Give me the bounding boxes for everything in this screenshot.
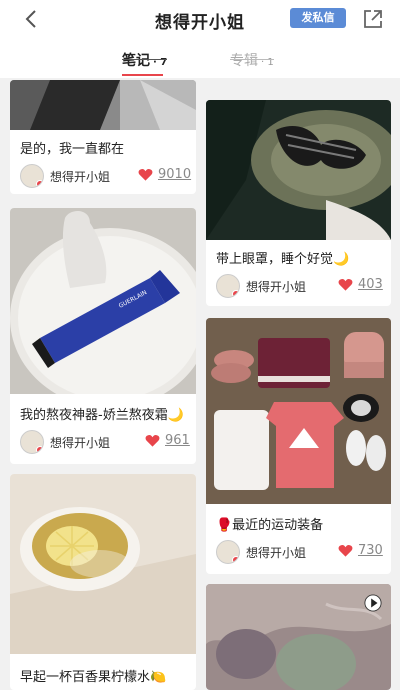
avatar[interactable] [216, 274, 240, 298]
tab-notes[interactable]: 笔记 · 7 [122, 50, 168, 76]
top-bar: 想得开小姐 发私信 [0, 0, 400, 40]
note-caption: 早起一杯百香果柠檬水🍋 [20, 670, 167, 685]
note-card[interactable]: 🥊最近的运动装备 想得开小姐 730 [206, 318, 391, 574]
heart-icon[interactable] [145, 434, 160, 448]
tab-bar: 笔记 · 7 专辑 · 1 [0, 40, 400, 78]
verified-badge [36, 446, 43, 453]
avatar[interactable] [20, 164, 44, 188]
note-card[interactable]: 早起一杯百香果柠檬水🍋 [10, 474, 196, 690]
author-name[interactable]: 想得开小姐 [246, 544, 306, 561]
note-card[interactable]: 是的，我一直都在 想得开小姐 9010 [10, 80, 196, 194]
note-image [206, 318, 391, 504]
avatar[interactable] [216, 540, 240, 564]
note-card[interactable] [206, 584, 391, 690]
verified-badge [36, 180, 43, 187]
tab-strike [230, 59, 274, 60]
heart-icon[interactable] [338, 544, 353, 558]
author-row: 想得开小姐 961 [20, 430, 190, 454]
tab-album[interactable]: 专辑 · 1 [230, 50, 274, 70]
share-icon[interactable] [362, 8, 384, 30]
author-name[interactable]: 想得开小姐 [50, 434, 110, 451]
author-name[interactable]: 想得开小姐 [246, 278, 306, 295]
author-row: 想得开小姐 730 [216, 540, 383, 564]
like-count: 961 [165, 433, 190, 448]
note-image [10, 474, 196, 654]
note-image [206, 100, 391, 240]
tab-album-label: 专辑 [230, 53, 258, 69]
tab-notes-label: 笔记 [122, 53, 150, 69]
tab-strike [122, 59, 168, 60]
avatar[interactable] [20, 430, 44, 454]
note-image: GUERLAIN [10, 208, 196, 394]
note-card[interactable]: 带上眼罩，睡个好觉🌙 想得开小姐 403 [206, 100, 391, 306]
heart-icon[interactable] [338, 278, 353, 292]
note-caption: 是的，我一直都在 [20, 142, 125, 157]
active-tab-indicator [122, 74, 164, 76]
like-count: 730 [358, 543, 383, 558]
note-caption: 带上眼罩，睡个好觉🌙 [216, 252, 350, 267]
note-caption: 🥊最近的运动装备 [216, 518, 324, 533]
heart-icon[interactable] [138, 168, 153, 182]
send-message-button[interactable]: 发私信 [290, 8, 346, 28]
note-image [10, 80, 196, 130]
author-row: 想得开小姐 403 [216, 274, 383, 298]
note-caption: 我的熬夜神器-娇兰熬夜霜🌙 [20, 408, 184, 423]
verified-badge [232, 290, 239, 297]
like-count: 9010 [158, 167, 192, 182]
author-name[interactable]: 想得开小姐 [50, 168, 110, 185]
author-row: 想得开小姐 9010 [20, 164, 192, 188]
like-count: 403 [358, 277, 383, 292]
note-card[interactable]: GUERLAIN 我的熬夜神器-娇兰熬夜霜🌙 想得开小姐 961 [10, 208, 196, 464]
verified-badge [232, 556, 239, 563]
play-icon[interactable] [364, 594, 382, 612]
